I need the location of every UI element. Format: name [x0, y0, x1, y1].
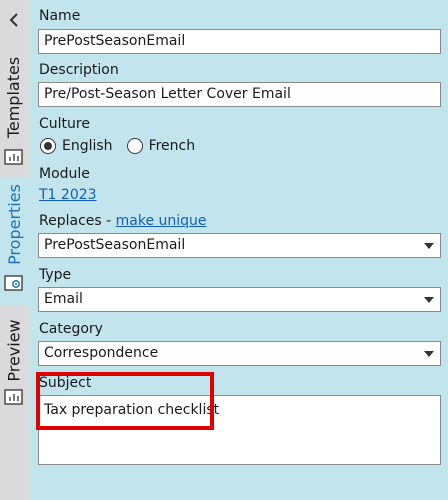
highlight-annotation	[36, 372, 214, 430]
tab-preview[interactable]: Preview	[0, 314, 29, 414]
module-link[interactable]: T1 2023	[39, 187, 97, 203]
name-label: Name	[39, 8, 81, 24]
name-field[interactable]: PrePostSeasonEmail	[38, 29, 441, 54]
description-label: Description	[39, 62, 119, 78]
chevron-down-icon	[424, 351, 434, 357]
module-label: Module	[39, 166, 90, 182]
tab-properties-label: Properties	[4, 183, 24, 265]
radio-selected-icon[interactable]	[40, 138, 56, 154]
replaces-label-row: Replaces - make unique	[39, 213, 207, 229]
culture-radio-group: English French	[40, 136, 209, 156]
description-field[interactable]: Pre/Post-Season Letter Cover Email	[38, 82, 441, 107]
gear-icon	[4, 275, 23, 291]
tab-preview-label: Preview	[4, 318, 24, 382]
replaces-select-value: PrePostSeasonEmail	[44, 237, 186, 253]
replaces-select[interactable]: PrePostSeasonEmail	[38, 233, 441, 258]
culture-label: Culture	[39, 116, 90, 132]
culture-option-english[interactable]: English	[40, 138, 113, 154]
side-rail: Templates Properties Preview	[0, 0, 29, 500]
type-label: Type	[39, 267, 72, 283]
replaces-label: Replaces -	[39, 213, 116, 229]
tab-templates[interactable]: Templates	[0, 52, 29, 172]
make-unique-link[interactable]: make unique	[116, 213, 207, 229]
chart-icon	[4, 149, 23, 165]
chevron-left-icon[interactable]	[7, 11, 22, 29]
culture-option-french[interactable]: French	[126, 138, 196, 154]
category-select-value: Correspondence	[44, 345, 159, 361]
type-select-value: Email	[44, 291, 83, 307]
category-select[interactable]: Correspondence	[38, 341, 441, 366]
chevron-down-icon	[424, 243, 434, 249]
chart-icon	[4, 389, 23, 405]
type-select[interactable]: Email	[38, 287, 441, 312]
radio-unselected-icon[interactable]	[126, 138, 143, 154]
category-label: Category	[39, 321, 103, 337]
chevron-down-icon	[424, 297, 434, 303]
culture-option-label: English	[62, 138, 113, 154]
tab-properties[interactable]: Properties	[0, 178, 29, 306]
culture-option-label: French	[148, 138, 196, 154]
tab-templates-label: Templates	[4, 56, 24, 138]
